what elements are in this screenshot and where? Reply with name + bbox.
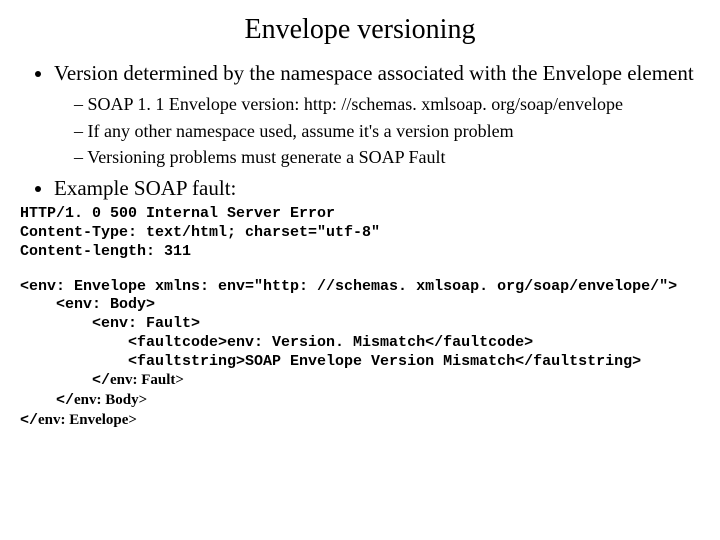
sub-bullet-other-namespace: If any other namespace used, assume it's…	[74, 119, 700, 143]
http-headers-block: HTTP/1. 0 500 Internal Server Error Cont…	[20, 205, 700, 261]
xml-line-1: <env: Envelope xmlns: env="http: //schem…	[20, 278, 677, 295]
http-line-2: Content-Type: text/html; charset="utf-8"	[20, 224, 380, 241]
http-line-1: HTTP/1. 0 500 Internal Server Error	[20, 205, 335, 222]
spacer	[20, 262, 700, 274]
xml-line-5: <faultstring>SOAP Envelope Version Misma…	[20, 353, 641, 370]
sub-bullet-soap-fault: Versioning problems must generate a SOAP…	[74, 145, 700, 169]
sub-bullet-soap11: SOAP 1. 1 Envelope version: http: //sche…	[74, 92, 700, 116]
xml-line-7a: </	[20, 392, 74, 409]
xml-line-3: <env: Fault>	[20, 315, 200, 332]
xml-line-8a: </	[20, 412, 38, 429]
http-line-3: Content-length: 311	[20, 243, 191, 260]
slide-container: Envelope versioning Version determined b…	[0, 0, 720, 540]
xml-line-6b: env: Fault>	[110, 372, 184, 388]
sub-bullet-list: SOAP 1. 1 Envelope version: http: //sche…	[54, 92, 700, 169]
xml-line-6a: </	[20, 372, 110, 389]
xml-line-7b: env: Body>	[74, 392, 147, 408]
top-bullet-list: Version determined by the namespace asso…	[32, 60, 700, 201]
xml-fault-block: <env: Envelope xmlns: env="http: //schem…	[20, 278, 700, 431]
slide-title: Envelope versioning	[20, 14, 700, 46]
bullet-example-fault: Example SOAP fault:	[54, 175, 700, 201]
xml-line-2: <env: Body>	[20, 296, 155, 313]
xml-line-8b: env: Envelope>	[38, 412, 137, 428]
xml-line-4: <faultcode>env: Version. Mismatch</fault…	[20, 334, 533, 351]
bullet-1-text: Version determined by the namespace asso…	[54, 61, 694, 85]
bullet-version-determined: Version determined by the namespace asso…	[54, 60, 700, 169]
